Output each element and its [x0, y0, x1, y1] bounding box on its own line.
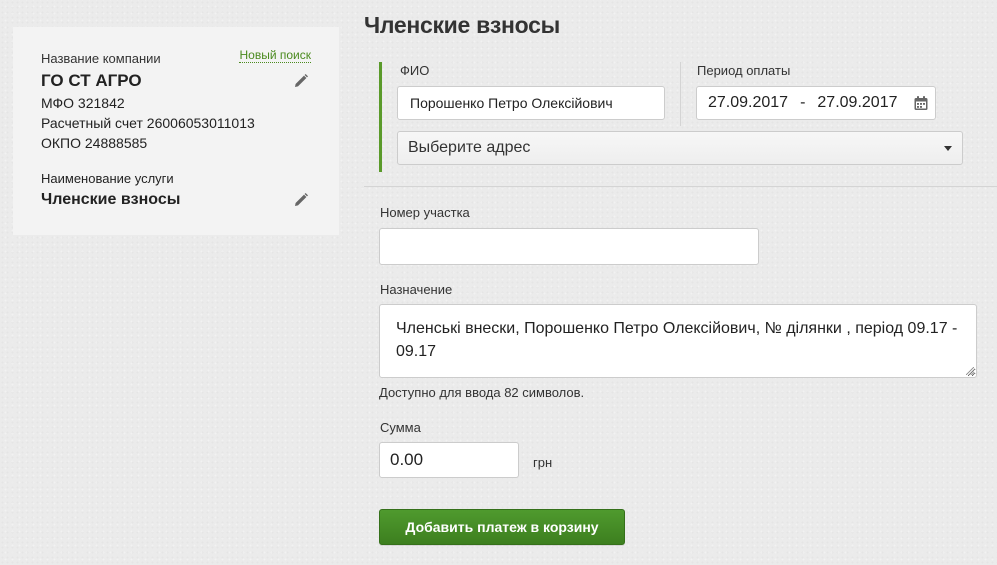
okpo-text: ОКПО 24888585 [41, 135, 148, 151]
fio-label: ФИО [400, 63, 430, 78]
purpose-textarea[interactable]: Членські внески, Порошенко Петро Олексій… [379, 304, 977, 378]
purpose-label: Назначение [380, 282, 453, 297]
mfo-text: МФО 321842 [41, 95, 125, 111]
payer-block: ФИО Период оплаты 27.09.2017 - 27.09.201… [379, 62, 972, 172]
sum-value: 0.00 [390, 450, 424, 469]
period-separator: - [800, 94, 806, 111]
sum-input[interactable]: 0.00 [379, 442, 519, 478]
period-to[interactable]: 27.09.2017 [817, 94, 897, 112]
address-select[interactable]: Выберите адрес [397, 131, 963, 165]
service-name-row: Членские взносы [41, 191, 311, 209]
currency-label: грн [533, 455, 553, 470]
resize-handle[interactable] [966, 367, 974, 375]
plot-number-input[interactable] [379, 228, 759, 265]
sum-label: Сумма [380, 420, 421, 435]
purpose-text: Членські внески, Порошенко Петро Олексій… [396, 320, 958, 360]
chevron-down-icon [944, 145, 952, 151]
page-title: Членские взносы [364, 12, 560, 38]
account-text: Расчетный счет 26006053011013 [41, 115, 255, 131]
period-from[interactable]: 27.09.2017 [708, 94, 788, 112]
horizontal-divider [364, 186, 997, 187]
calendar-icon[interactable] [913, 95, 929, 111]
address-select-value: Выберите адрес [408, 139, 531, 156]
period-label: Период оплаты [697, 63, 791, 78]
service-name: Членские взносы [41, 191, 181, 208]
chars-remaining-hint: Доступно для ввода 82 символов. [379, 385, 585, 400]
period-range-picker[interactable]: 27.09.2017 - 27.09.2017 [696, 86, 936, 120]
edit-company-pencil-icon[interactable] [293, 73, 309, 89]
service-label: Наименование услуги [41, 171, 174, 186]
company-label-row: Название компании Новый поиск [41, 48, 311, 66]
fio-input[interactable] [397, 86, 665, 120]
new-search-link[interactable]: Новый поиск [239, 48, 311, 63]
company-name-row: ГО СТ АГРО [41, 71, 311, 91]
add-to-cart-button[interactable]: Добавить платеж в корзину [379, 509, 625, 545]
edit-service-pencil-icon[interactable] [293, 192, 309, 208]
company-info-card: Название компании Новый поиск ГО СТ АГРО… [13, 27, 339, 235]
vertical-divider [680, 62, 681, 126]
company-name: ГО СТ АГРО [41, 71, 142, 90]
plot-label: Номер участка [380, 205, 470, 220]
company-label: Название компании [41, 51, 161, 66]
